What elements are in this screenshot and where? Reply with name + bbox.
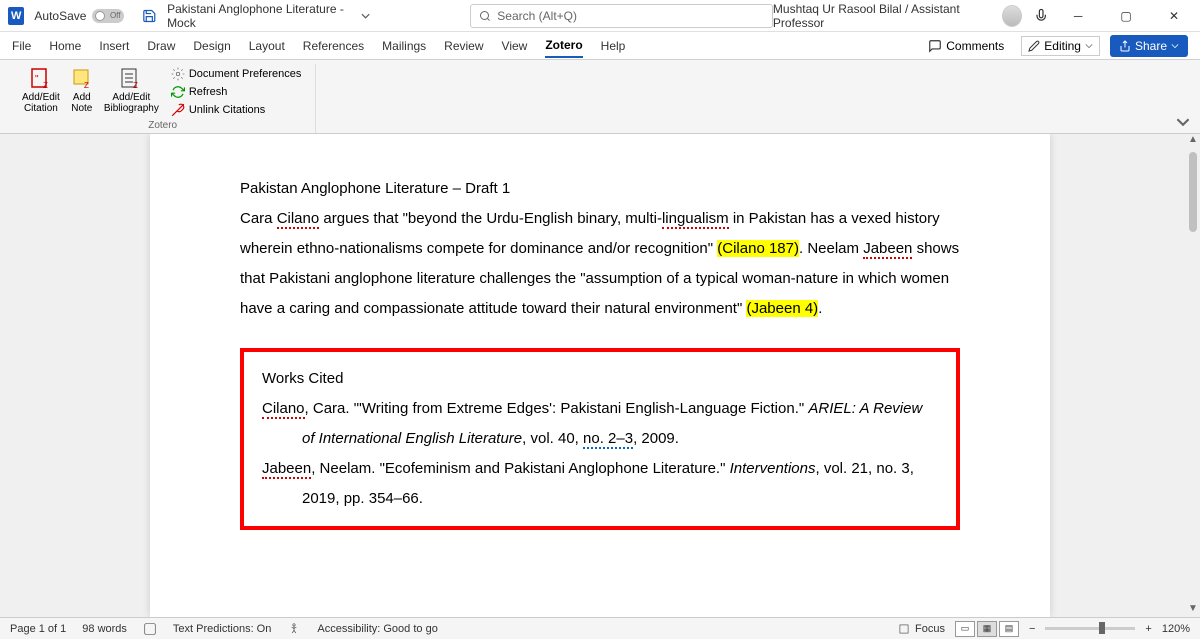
search-input[interactable]: Search (Alt+Q) [470, 4, 773, 28]
bibliography-icon: Z [119, 66, 143, 90]
print-layout-button[interactable]: ▦ [977, 621, 997, 637]
ribbon-group-label: Zotero [148, 120, 177, 133]
share-icon [1119, 40, 1131, 52]
word-app-icon: W [8, 7, 24, 25]
tab-draw[interactable]: Draw [147, 35, 175, 57]
vertical-scrollbar[interactable]: ▲ ▼ [1186, 134, 1200, 617]
chevron-down-icon [1171, 42, 1179, 50]
document-canvas: Pakistan Anglophone Literature – Draft 1… [0, 134, 1200, 617]
read-mode-button[interactable]: ▭ [955, 621, 975, 637]
gear-icon [171, 67, 185, 81]
tab-layout[interactable]: Layout [249, 35, 285, 57]
document-page[interactable]: Pakistan Anglophone Literature – Draft 1… [150, 134, 1050, 617]
zoom-in-button[interactable]: + [1145, 623, 1151, 635]
focus-icon [897, 622, 911, 636]
document-preferences-button[interactable]: Document Preferences [169, 66, 304, 82]
svg-text:Z: Z [133, 81, 138, 90]
editing-dropdown[interactable]: Editing [1021, 36, 1100, 56]
tab-file[interactable]: File [12, 35, 31, 57]
minimize-button[interactable]: ─ [1060, 2, 1096, 30]
mic-icon[interactable] [1034, 8, 1048, 24]
svg-text:Z: Z [84, 81, 89, 90]
collapse-ribbon-icon[interactable] [1176, 115, 1190, 129]
avatar[interactable] [1002, 5, 1022, 27]
web-layout-button[interactable]: ▤ [999, 621, 1019, 637]
comment-icon [928, 39, 942, 53]
text-predictions[interactable]: Text Predictions: On [173, 623, 271, 635]
bibliography-entry: Cilano, Cara. "'Writing from Extreme Edg… [262, 394, 938, 454]
search-icon [479, 10, 491, 22]
tab-view[interactable]: View [502, 35, 528, 57]
tab-design[interactable]: Design [193, 35, 230, 57]
refresh-button[interactable]: Refresh [169, 84, 304, 100]
tab-mailings[interactable]: Mailings [382, 35, 426, 57]
bibliography-entry: Jabeen, Neelam. "Ecofeminism and Pakista… [262, 454, 938, 514]
add-edit-bibliography-button[interactable]: Z Add/Edit Bibliography [100, 64, 163, 120]
tab-home[interactable]: Home [49, 35, 81, 57]
citation-highlight: (Jabeen 4) [746, 300, 818, 317]
text-prediction-icon [143, 622, 157, 636]
word-count[interactable]: 98 words [82, 623, 127, 635]
maximize-button[interactable]: ▢ [1108, 2, 1144, 30]
document-heading: Pakistan Anglophone Literature – Draft 1 [240, 174, 960, 204]
tab-help[interactable]: Help [601, 35, 626, 57]
refresh-icon [171, 85, 185, 99]
document-title[interactable]: Pakistani Anglophone Literature - Mock [167, 2, 370, 30]
autosave-toggle[interactable]: AutoSave Off [34, 9, 124, 23]
add-edit-citation-button[interactable]: "Z Add/Edit Citation [18, 64, 64, 120]
add-note-button[interactable]: Z Add Note [66, 64, 98, 120]
chevron-down-icon [1085, 42, 1093, 50]
svg-text:": " [35, 74, 39, 85]
zoom-slider[interactable] [1045, 627, 1135, 630]
comments-button[interactable]: Comments [921, 36, 1011, 56]
autosave-label: AutoSave [34, 9, 86, 23]
ribbon-tabs: File Home Insert Draw Design Layout Refe… [0, 32, 1200, 60]
document-paragraph: Cara Cilano argues that "beyond the Urdu… [240, 204, 960, 324]
note-icon: Z [70, 66, 94, 90]
status-bar: Page 1 of 1 98 words Text Predictions: O… [0, 617, 1200, 639]
share-button[interactable]: Share [1110, 35, 1188, 57]
save-icon[interactable] [142, 8, 157, 24]
tab-zotero[interactable]: Zotero [545, 34, 582, 58]
chevron-down-icon [361, 11, 370, 21]
user-name: Mushtaq Ur Rasool Bilal / Assistant Prof… [773, 2, 990, 30]
accessibility-icon [287, 622, 301, 636]
view-mode-buttons: ▭ ▦ ▤ [955, 621, 1019, 637]
scroll-thumb[interactable] [1189, 152, 1197, 232]
close-button[interactable]: ✕ [1156, 2, 1192, 30]
works-cited-heading: Works Cited [262, 364, 938, 394]
unlink-citations-button[interactable]: Unlink Citations [169, 102, 304, 118]
zoom-out-button[interactable]: − [1029, 623, 1035, 635]
page-indicator[interactable]: Page 1 of 1 [10, 623, 66, 635]
scroll-up-icon[interactable]: ▲ [1188, 134, 1198, 148]
citation-icon: "Z [29, 66, 53, 90]
tab-review[interactable]: Review [444, 35, 483, 57]
scroll-down-icon[interactable]: ▼ [1188, 603, 1198, 617]
tab-references[interactable]: References [303, 35, 364, 57]
pencil-icon [1028, 40, 1040, 52]
title-bar: W AutoSave Off Pakistani Anglophone Lite… [0, 0, 1200, 32]
works-cited-box: Works Cited Cilano, Cara. "'Writing from… [240, 348, 960, 530]
focus-mode[interactable]: Focus [897, 622, 945, 636]
zoom-level[interactable]: 120% [1162, 623, 1190, 635]
unlink-icon [171, 103, 185, 117]
accessibility-status[interactable]: Accessibility: Good to go [317, 623, 437, 635]
svg-text:Z: Z [43, 81, 48, 90]
toggle-switch[interactable]: Off [92, 9, 124, 23]
tab-insert[interactable]: Insert [99, 35, 129, 57]
ribbon: "Z Add/Edit Citation Z Add Note Z Add/Ed… [0, 60, 1200, 134]
citation-highlight: (Cilano 187) [717, 240, 799, 257]
